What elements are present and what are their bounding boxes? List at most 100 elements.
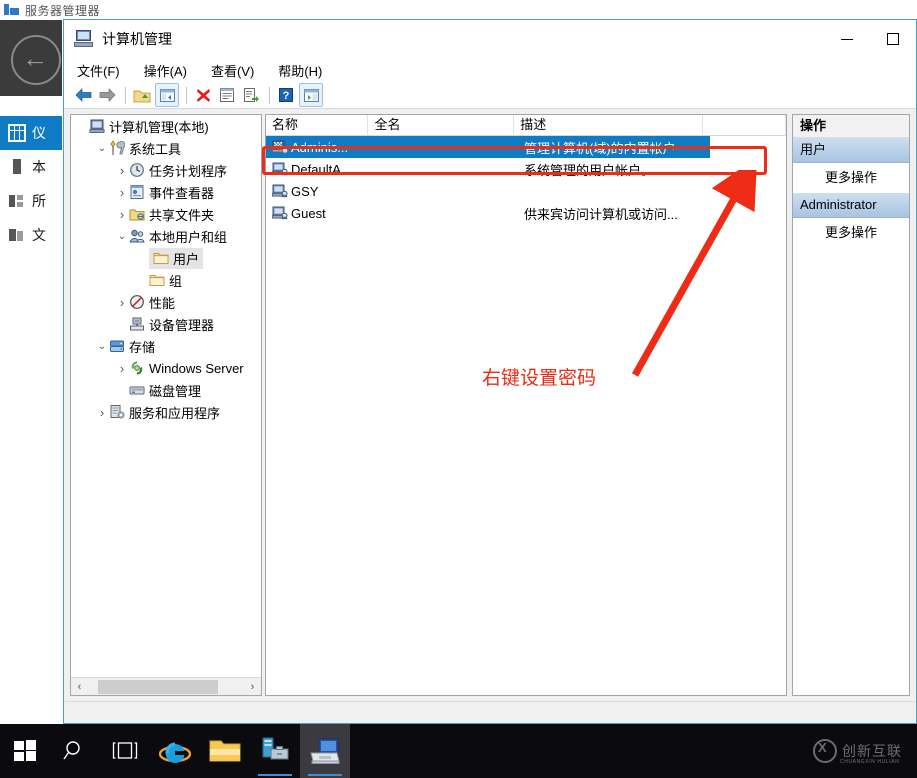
tree-item-content: 本地用户和组	[129, 227, 227, 246]
annotation-text: 右键设置密码	[482, 368, 597, 389]
tree-item-content: 设备管理器	[129, 315, 214, 334]
taskbar-server-manager[interactable]	[250, 724, 300, 778]
back-button[interactable]	[72, 84, 94, 106]
export-list-button[interactable]	[240, 84, 262, 106]
column-header-label: 全名	[374, 117, 401, 132]
menu-view[interactable]: 查看(V)	[208, 59, 257, 82]
tree-item-9[interactable]: 设备管理器	[71, 313, 261, 335]
watermark-subtext: CHUANGXIN HULIAN	[840, 759, 900, 765]
server-manager-icon	[262, 737, 289, 760]
sidebar-item-dashboard[interactable]: 仪	[0, 116, 62, 150]
tree-item-5[interactable]: ⌄ 本地用户和组	[71, 225, 261, 247]
tree-item-11[interactable]: › Windows Server	[71, 357, 261, 379]
internet-explorer-button[interactable]	[150, 724, 200, 778]
chevron-right-icon[interactable]: ›	[115, 361, 129, 376]
status-bar	[65, 701, 915, 722]
task-view-button[interactable]	[100, 724, 150, 778]
scrollbar-track[interactable]	[88, 678, 244, 695]
menu-file[interactable]: 文件(F)	[74, 59, 123, 82]
chevron-right-icon[interactable]: ›	[115, 163, 129, 178]
column-header-label: 描述	[520, 117, 547, 132]
maximize-button[interactable]	[870, 20, 916, 58]
tree-item-12[interactable]: 磁盘管理	[71, 379, 261, 401]
server-manager-titlebar: 服务器管理器	[0, 0, 917, 20]
table-row[interactable]: Guest 供来宾访问计算机或访问...	[266, 202, 786, 224]
folder-icon	[209, 740, 241, 762]
maximize-icon	[887, 33, 899, 45]
scroll-left-icon[interactable]: ‹	[71, 679, 88, 695]
folder-icon	[149, 272, 165, 288]
chevron-down-icon[interactable]: ⌄	[95, 143, 109, 154]
tree-item-content: 共享文件夹	[129, 205, 214, 224]
tree-item-13[interactable]: › 服务和应用程序	[71, 401, 261, 423]
column-header-2[interactable]: 描述	[514, 115, 704, 135]
column-header-0[interactable]: 名称	[266, 115, 369, 135]
help-button[interactable]: ?	[275, 84, 297, 106]
tree-item-0[interactable]: 计算机管理(本地)	[71, 115, 261, 137]
computer-management-icon	[310, 738, 340, 764]
sidebar-item-file-services[interactable]: 文	[0, 218, 62, 252]
folder-icon	[153, 250, 169, 266]
shared-folder-icon	[129, 206, 145, 222]
tree-item-7[interactable]: 组	[71, 269, 261, 291]
actions-pane-title: 操作	[793, 115, 909, 138]
chevron-right-icon[interactable]: ›	[115, 295, 129, 310]
forward-button[interactable]	[96, 84, 118, 106]
user-name-label: DefaultA...	[291, 161, 352, 177]
sidebar-item-all-servers[interactable]: 所	[0, 184, 62, 218]
show-hide-console-tree-button[interactable]	[155, 83, 179, 107]
chevron-right-icon[interactable]: ›	[115, 185, 129, 200]
chevron-down-icon[interactable]: ⌄	[115, 231, 129, 242]
tree-horizontal-scrollbar[interactable]: ‹ ›	[71, 677, 261, 695]
user-name-cell: GSY	[266, 184, 370, 199]
tree-item-label: 磁盘管理	[149, 383, 202, 399]
tree-item-1[interactable]: ⌄ 系统工具	[71, 137, 261, 159]
chevron-right-icon[interactable]: ›	[115, 207, 129, 222]
column-header-1[interactable]: 全名	[368, 115, 515, 135]
search-button[interactable]	[50, 724, 100, 778]
column-header-3[interactable]	[703, 115, 786, 135]
toolbar-separator	[186, 86, 187, 104]
start-button[interactable]	[0, 724, 50, 778]
file-explorer-button[interactable]	[200, 724, 250, 778]
server-manager-back-button[interactable]: ←	[0, 20, 62, 96]
show-action-pane-button[interactable]	[299, 83, 323, 107]
table-row[interactable]: Adminis... 管理计算机(域)的内置帐户	[266, 136, 710, 158]
window-title: 计算机管理	[102, 31, 172, 47]
scrollbar-thumb[interactable]	[98, 679, 218, 694]
table-row[interactable]: DefaultA... 系统管理的用户帐户。	[266, 158, 786, 180]
tree-item-3[interactable]: › 事件查看器	[71, 181, 261, 203]
actions-group-header: Administrator	[793, 193, 909, 218]
user-description-cell: 管理计算机(域)的内置帐户	[524, 140, 676, 156]
sidebar-item-local-server[interactable]: 本	[0, 150, 62, 184]
up-one-level-button[interactable]	[131, 84, 153, 106]
chevron-right-icon[interactable]: ›	[95, 405, 109, 420]
tree-item-4[interactable]: › 共享文件夹	[71, 203, 261, 225]
action-more-actions[interactable]: 更多操作	[793, 163, 909, 193]
windows-logo-icon	[14, 740, 36, 762]
tree-item-content: 存储	[109, 337, 155, 356]
tree-item-label: 服务和应用程序	[129, 405, 221, 421]
window-titlebar: 计算机管理	[64, 20, 916, 58]
menu-help[interactable]: 帮助(H)	[275, 59, 325, 82]
minimize-button[interactable]	[824, 20, 870, 58]
properties-button[interactable]	[216, 84, 238, 106]
computer-management-icon	[74, 30, 94, 48]
tree-item-content: 事件查看器	[129, 183, 214, 202]
tree-item-8[interactable]: › 性能	[71, 291, 261, 313]
search-icon	[63, 741, 80, 760]
taskbar-computer-management[interactable]	[300, 724, 350, 778]
tree-item-2[interactable]: › 任务计划程序	[71, 159, 261, 181]
console-tree-pane: 计算机管理(本地) ⌄ 系统工具 › 任务计划程序 › 事件查看器 › 共享文件夹 ⌄ 本地用户和组…	[70, 114, 262, 696]
tree-item-content: 计算机管理(本地)	[89, 117, 209, 136]
action-more-actions[interactable]: 更多操作	[793, 218, 909, 248]
menu-action[interactable]: 操作(A)	[141, 59, 190, 82]
user-icon	[271, 206, 288, 221]
table-row[interactable]: GSY	[266, 180, 786, 202]
chevron-down-icon[interactable]: ⌄	[95, 341, 109, 352]
file-services-icon	[8, 226, 26, 244]
scroll-right-icon[interactable]: ›	[244, 679, 261, 695]
delete-button[interactable]	[192, 84, 214, 106]
tree-item-10[interactable]: ⌄ 存储	[71, 335, 261, 357]
tree-item-6[interactable]: 用户	[71, 247, 261, 269]
